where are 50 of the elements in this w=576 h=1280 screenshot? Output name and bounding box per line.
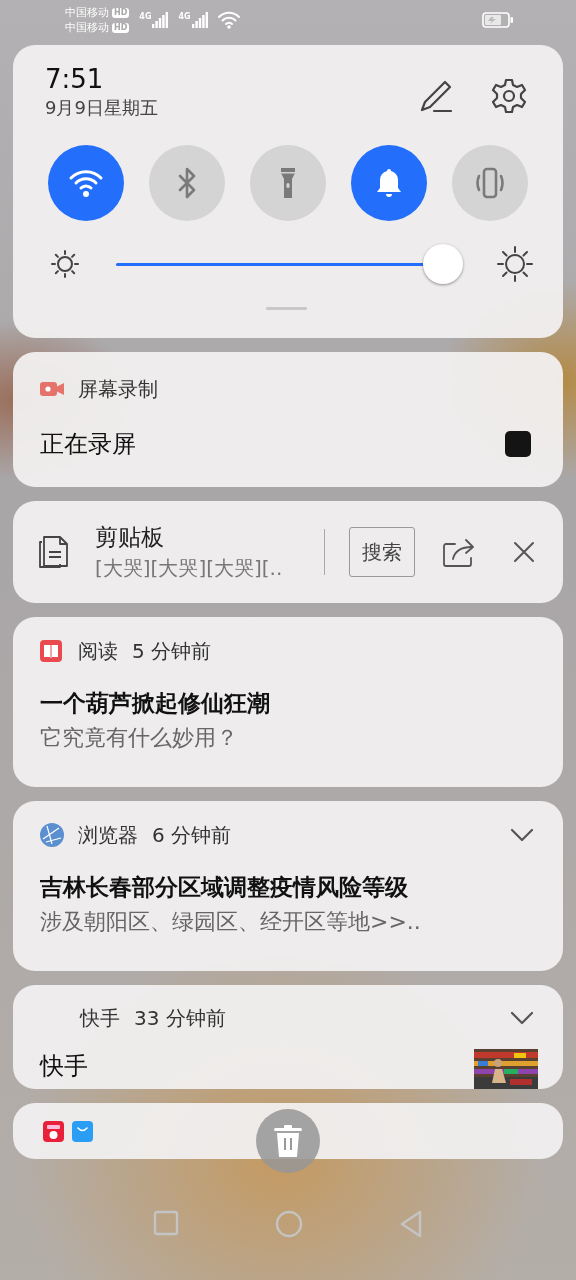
slider-thumb[interactable] <box>422 243 463 284</box>
store-bag-icon <box>72 1120 93 1142</box>
close-icon[interactable] <box>513 541 535 563</box>
trash-icon <box>274 1125 302 1157</box>
brightness-high-icon <box>496 245 534 283</box>
app-name: 浏览器 <box>78 821 138 849</box>
network-type: 4G <box>139 12 152 21</box>
app-name: 阅读 <box>78 637 118 665</box>
stop-button[interactable] <box>505 431 531 457</box>
notification-card[interactable]: 浏览器 6 分钟前 吉林长春部分区域调整疫情风险等级 涉及朝阳区、绿园区、经开区等地>>.. <box>13 801 563 971</box>
settings-icon[interactable] <box>490 77 528 115</box>
notification-card[interactable]: 屏幕录制 正在录屏 <box>13 352 563 487</box>
notification-time: 6 分钟前 <box>152 821 232 849</box>
book-icon <box>40 640 62 662</box>
clipboard-preview: [大哭][大哭][大哭][.. <box>95 555 284 582</box>
chevron-down-icon[interactable] <box>509 827 535 843</box>
carrier-name: 中国移动 <box>65 21 109 34</box>
app-name: 屏幕录制 <box>78 375 158 403</box>
signal-icon <box>152 12 169 28</box>
carrier-name: 中国移动 <box>65 6 109 19</box>
notification-time: 5 分钟前 <box>132 637 212 665</box>
notification-text: 它究竟有什么妙用？ <box>40 724 239 752</box>
search-button[interactable]: 搜索 <box>349 527 415 577</box>
notification-group-card[interactable] <box>13 1103 563 1159</box>
hd-badge: HD <box>112 7 130 18</box>
hd-badge: HD <box>112 22 130 33</box>
brightness-low-icon <box>50 249 80 279</box>
clipboard-icon <box>37 534 69 570</box>
shopping-app-icon <box>43 1120 64 1142</box>
clock-time: 7:51 <box>45 63 105 95</box>
notification-time: 33 分钟前 <box>134 1004 226 1032</box>
signal-icon <box>191 12 208 28</box>
notification-card[interactable]: 快手 33 分钟前 快手 <box>13 985 563 1089</box>
notification-title: 正在录屏 <box>40 429 136 460</box>
notification-title: 吉林长春部分区域调整疫情风险等级 <box>40 873 409 902</box>
notification-title: 一个葫芦掀起修仙狂潮 <box>40 689 270 718</box>
globe-icon <box>40 823 64 847</box>
network-type: 4G <box>178 12 191 21</box>
date-text: 9月9日星期五 <box>45 96 158 120</box>
clipboard-card[interactable]: 剪贴板 [大哭][大哭][大哭][.. 搜索 <box>13 501 563 603</box>
notification-text: 涉及朝阳区、绿园区、经开区等地>>.. <box>40 908 421 936</box>
notification-title: 快手 <box>40 1051 88 1082</box>
app-name: 快手 <box>80 1004 120 1032</box>
battery-icon <box>482 12 514 28</box>
chevron-down-icon[interactable] <box>509 1010 535 1026</box>
video-camera-icon <box>40 381 64 397</box>
drag-handle[interactable] <box>266 307 307 310</box>
clipboard-title: 剪贴板 <box>95 523 165 552</box>
wifi-icon <box>216 11 241 29</box>
notification-card[interactable]: 阅读 5 分钟前 一个葫芦掀起修仙狂潮 它究竟有什么妙用？ <box>13 617 563 787</box>
